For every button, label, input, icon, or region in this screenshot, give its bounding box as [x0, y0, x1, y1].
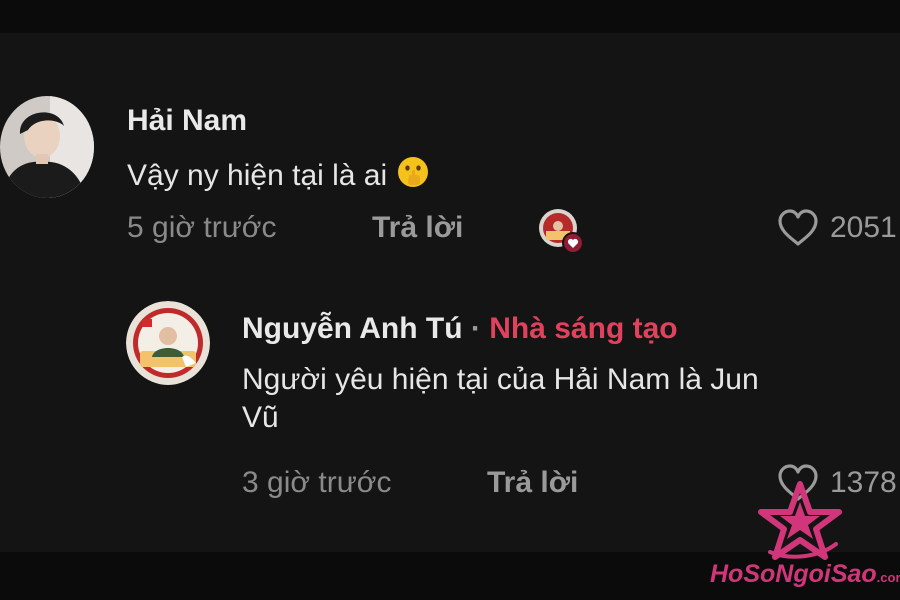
creator-liked-indicator: [538, 207, 588, 255]
reply-text-line-1: Người yêu hiện tại của Hải Nam là Jun: [242, 363, 759, 396]
comment-text-content: Vậy ny hiện tại là ai: [127, 159, 388, 192]
avatar-nguyen-anh-tu[interactable]: [126, 301, 210, 385]
creator-badge: Nhà sáng tạo: [489, 312, 678, 345]
author-separator: ·: [470, 312, 481, 345]
reply-text: Người yêu hiện tại của Hải Nam là Jun Vũ: [242, 361, 759, 437]
comment-author[interactable]: Hải Nam: [127, 104, 247, 138]
reply-author-line: Nguyễn Anh Tú · Nhà sáng tạo: [242, 312, 678, 346]
creator-avatar-mini-icon: [539, 209, 584, 254]
comment-like-count: 2051: [830, 211, 897, 244]
watermark: HoSoNgoiSao.com: [708, 478, 900, 594]
watermark-name: HoSoNgoiSao: [710, 560, 877, 588]
watermark-text: HoSoNgoiSao.com: [710, 560, 900, 592]
shushing-face-icon: [396, 155, 430, 199]
reply-text-line-2: Vũ: [242, 401, 279, 434]
avatar-hai-nam[interactable]: [0, 96, 94, 198]
top-bar: [0, 0, 900, 33]
comment-reply-button[interactable]: Trả lời: [372, 211, 463, 245]
reply-timestamp: 3 giờ trước: [242, 466, 392, 499]
comment-text: Vậy ny hiện tại là ai: [127, 155, 430, 199]
comment-timestamp: 5 giờ trước: [127, 211, 277, 244]
reply-reply-button[interactable]: Trả lời: [487, 466, 578, 500]
watermark-suffix: .com: [876, 570, 900, 585]
reply-author[interactable]: Nguyễn Anh Tú: [242, 312, 463, 345]
comment-like-heart-icon[interactable]: [776, 208, 820, 253]
